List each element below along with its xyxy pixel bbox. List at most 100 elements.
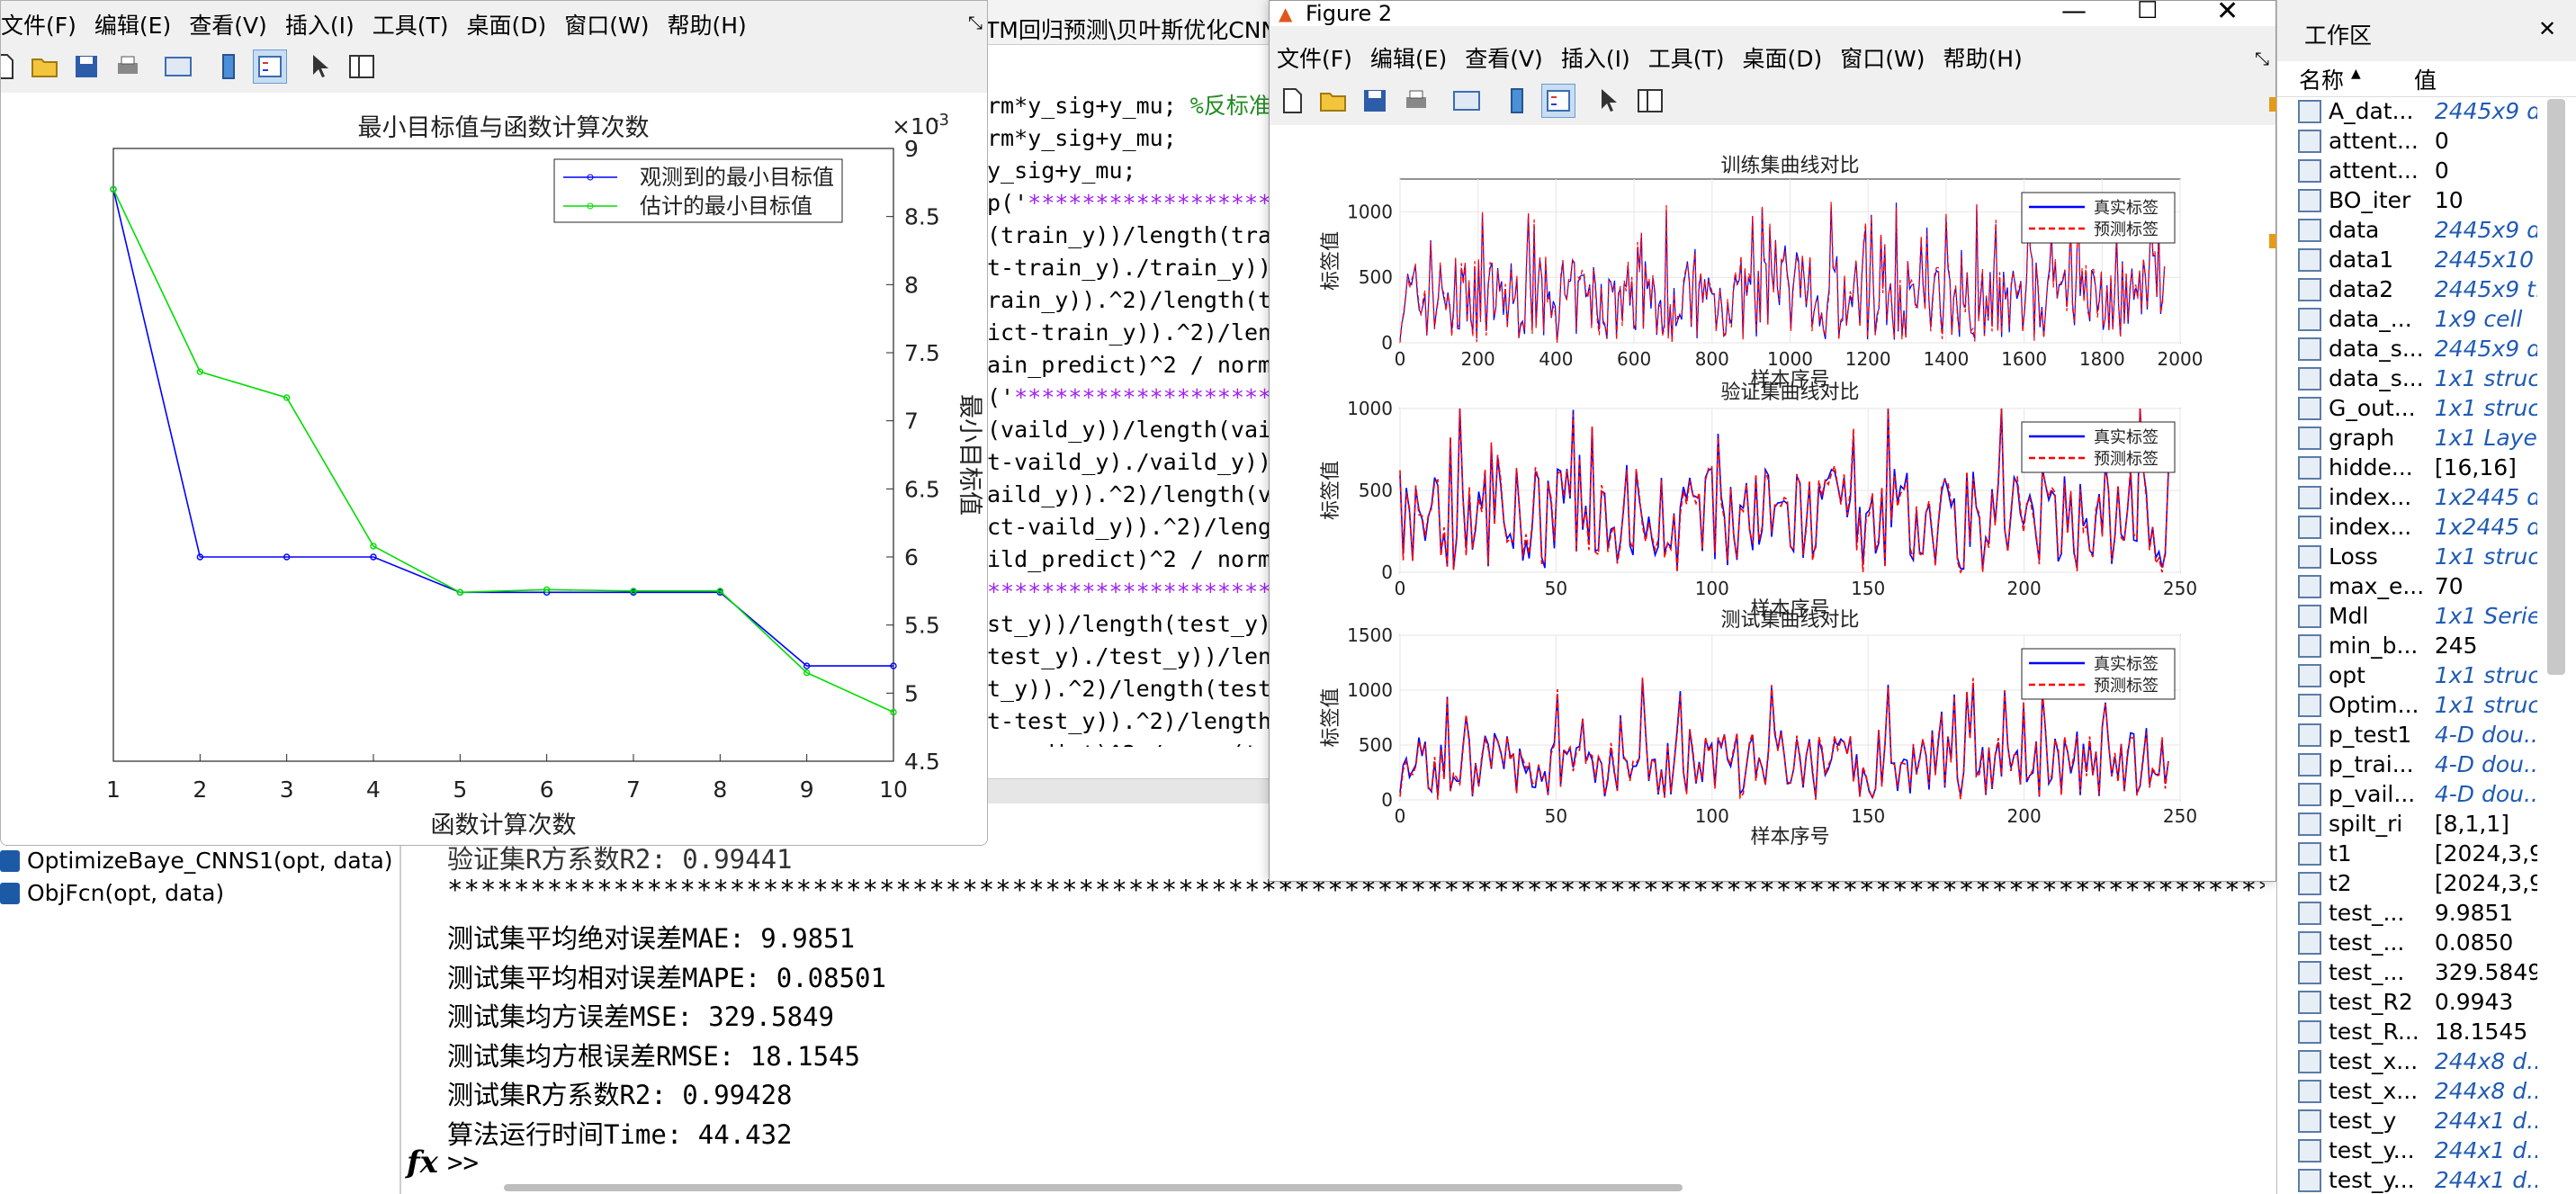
workspace-row[interactable]: t1 [2024,3,9...	[2294, 839, 2537, 868]
x-tick-label: 1	[106, 777, 121, 803]
workspace-row[interactable]: data 2445x9 d...	[2294, 215, 2537, 245]
workspace-row[interactable]: p_vail... 4-D dou...	[2294, 779, 2537, 809]
workspace-row[interactable]: min_b... 245	[2294, 631, 2537, 660]
cmd-prompt[interactable]: >>	[447, 1147, 479, 1178]
workspace-row[interactable]: data1 2445x10 ...	[2294, 245, 2537, 274]
legend-label: 预测标签	[2094, 677, 2159, 696]
workspace-row[interactable]: attent... 0	[2294, 126, 2537, 156]
variable-icon	[2298, 277, 2321, 301]
y-tick-label: 1000	[1347, 679, 1393, 701]
workspace-row[interactable]: test_x... 244x8 d...	[2294, 1046, 2537, 1076]
workspace-row[interactable]: opt 1x1 struct	[2294, 660, 2537, 690]
code-line: aild_y)).^2)/length(vai	[987, 479, 1270, 511]
variable-name: test_x...	[2329, 1048, 2419, 1074]
cmd-hscroll[interactable]	[504, 1184, 1683, 1191]
editor-hscroll[interactable]	[981, 778, 1273, 803]
x-tick-label: 150	[1851, 805, 1885, 827]
code-line: y_sig+y_mu;	[987, 155, 1136, 187]
variable-name: Optim...	[2329, 692, 2419, 718]
workspace-row[interactable]: data2 2445x9 t...	[2294, 274, 2537, 304]
workspace-row[interactable]: spilt_ri [8,1,1]	[2294, 809, 2537, 839]
code-text: t-train_y)./train_y))/l	[987, 255, 1270, 281]
variable-name: attent...	[2329, 157, 2419, 184]
variable-name: test_R2	[2329, 989, 2413, 1015]
variable-icon	[2298, 1079, 2321, 1103]
variable-icon	[2298, 871, 2321, 895]
variable-icon	[2298, 604, 2321, 628]
function-item[interactable]: OptimizeBaye_CNNS1(opt, data)	[0, 848, 393, 874]
workspace-row[interactable]: hidde... [16,16]	[2294, 453, 2537, 482]
variable-name: graph	[2329, 425, 2395, 451]
code-text: rm*y_sig+y_mu;	[987, 93, 1190, 119]
workspace-row[interactable]: Mdl 1x1 Serie...	[2294, 601, 2537, 631]
workspace-row[interactable]: Loss 1x1 struct	[2294, 542, 2537, 571]
variable-icon	[2298, 218, 2321, 242]
variable-name: t1	[2329, 840, 2352, 866]
fx-icon: fx	[407, 1145, 438, 1181]
workspace-row[interactable]: test_R... 18.1545	[2294, 1017, 2537, 1046]
plot-title: 验证集曲线对比	[1720, 382, 1859, 404]
workspace-row[interactable]: test_... 0.0850	[2294, 928, 2537, 957]
plot-title: 训练集曲线对比	[1720, 155, 1859, 177]
legend-label: 观测到的最小目标值	[640, 165, 834, 190]
workspace-row[interactable]: index... 1x2445 d...	[2294, 512, 2537, 542]
variable-name: Mdl	[2329, 603, 2369, 629]
x-axis-label: 样本序号	[1750, 826, 1829, 848]
variable-name: test_...	[2329, 929, 2405, 956]
workspace-row[interactable]: test_... 329.5849	[2294, 957, 2537, 987]
workspace-row[interactable]: G_out... 1x1 struct	[2294, 393, 2537, 423]
variable-value: 244x1 d...	[2434, 1108, 2537, 1134]
workspace-row[interactable]: test_y... 244x1 d...	[2294, 1165, 2537, 1194]
code-line: t-test_y)).^2)/length(t	[987, 705, 1270, 738]
workspace-row[interactable]: test_R2 0.9943	[2294, 987, 2537, 1017]
variable-icon	[2298, 99, 2321, 123]
x-tick-label: 3	[280, 777, 294, 803]
variable-value: 4-D dou...	[2434, 781, 2537, 807]
x-tick-label: 9	[800, 777, 814, 803]
workspace-row[interactable]: A_dat... 2445x9 d...	[2294, 96, 2537, 126]
variable-value: 9.9851	[2434, 900, 2514, 926]
workspace-row[interactable]: attent... 0	[2294, 156, 2537, 185]
variable-value: 18.1545	[2434, 1019, 2528, 1045]
variable-name: hidde...	[2329, 454, 2413, 480]
variable-icon	[2298, 812, 2321, 836]
workspace-row[interactable]: test_x... 244x8 d...	[2294, 1076, 2537, 1106]
variable-name: p_vail...	[2329, 781, 2416, 807]
code-text: t-test_y)).^2)/length(t	[987, 708, 1270, 734]
workspace-row[interactable]: data_... 1x9 cell	[2294, 304, 2537, 334]
workspace-row[interactable]: p_test1 4-D dou...	[2294, 720, 2537, 750]
variable-icon	[2298, 633, 2321, 658]
workspace-close-icon[interactable]: ✕	[2538, 16, 2556, 41]
x-tick-label: 200	[2007, 578, 2042, 599]
variable-icon	[2298, 544, 2321, 569]
workspace-row[interactable]: test_... 9.9851	[2294, 898, 2537, 928]
workspace-row[interactable]: graph 1x1 Laye...	[2294, 423, 2537, 453]
code-area[interactable]: rm*y_sig+y_mu; %反标准 rm*y_sig+y_mu; y_sig+y…	[987, 90, 1270, 747]
cmd-output-line: 测试集平均相对误差MAPE: 0.08501	[447, 962, 886, 993]
code-line: rm*y_sig+y_mu; %反标准	[987, 90, 1270, 122]
col-name[interactable]: 名称	[2299, 63, 2344, 95]
workspace-row[interactable]: p_trai... 4-D dou...	[2294, 750, 2537, 779]
workspace-row[interactable]: max_e... 70	[2294, 571, 2537, 601]
workspace-row[interactable]: index... 1x2445 d...	[2294, 482, 2537, 512]
variable-icon	[2298, 574, 2321, 598]
variable-icon	[2298, 188, 2321, 212]
side-marker	[2269, 234, 2276, 248]
code-line: ct-vaild_y)).^2)/lengt	[987, 511, 1270, 543]
left-figure-window: 文件(F) 编辑(E) 查看(V) 插入(I) 工具(T) 桌面(D) 窗口(W) 帮助(H)…	[0, 0, 988, 846]
variable-name: attent...	[2329, 128, 2419, 154]
workspace-row[interactable]: Optim... 1x1 struct	[2294, 690, 2537, 720]
workspace-row[interactable]: test_y... 244x1 d...	[2294, 1136, 2537, 1165]
variable-icon	[2298, 426, 2321, 450]
y-tick-label: 500	[1359, 266, 1393, 288]
workspace-row[interactable]: test_y 244x1 d...	[2294, 1106, 2537, 1136]
workspace-row[interactable]: t2 [2024,3,9...	[2294, 868, 2537, 898]
workspace-row[interactable]: data_s... 2445x9 d...	[2294, 334, 2537, 364]
workspace-row[interactable]: BO_iter 10	[2294, 185, 2537, 215]
workspace-scrollbar[interactable]	[2547, 99, 2565, 675]
editor-tab[interactable]: TM回归预测\贝叶斯优化CNN	[982, 0, 1274, 45]
x-tick-label: 4	[366, 777, 381, 803]
workspace-row[interactable]: data_s... 1x1 struct	[2294, 364, 2537, 393]
function-item[interactable]: ObjFcn(opt, data)	[0, 880, 224, 906]
col-value[interactable]: 值	[2414, 63, 2437, 95]
